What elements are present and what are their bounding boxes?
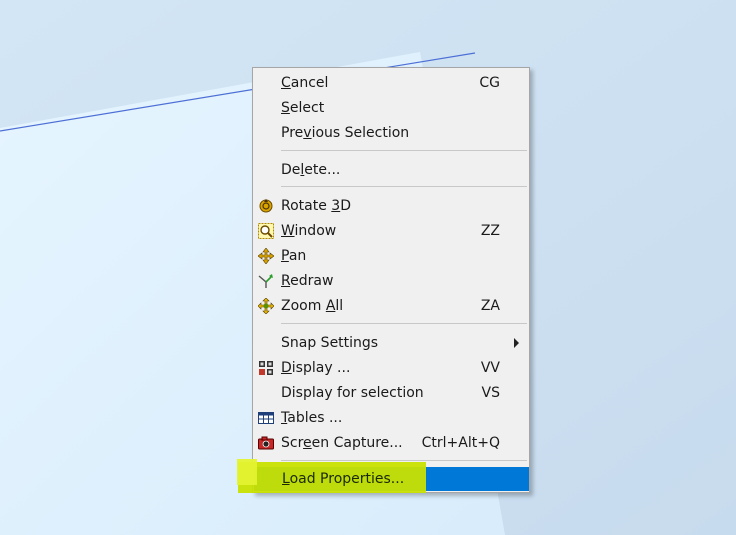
menu-item-load-properties[interactable]: Load Properties... (237, 459, 529, 493)
redraw-icon (258, 274, 273, 288)
zoom-window-icon (258, 223, 274, 239)
menu-separator (281, 323, 527, 324)
menu-separator (281, 460, 527, 461)
shortcut-label: VV (480, 360, 500, 376)
menu-item-screen-capture[interactable]: Screen Capture... Ctrl+Alt+Q (253, 431, 529, 455)
menu-item-display[interactable]: Display ... VV (253, 356, 529, 380)
menu-separator (281, 186, 527, 187)
menu-item-snap-settings[interactable]: Snap Settings (253, 331, 529, 355)
menu-item-redraw[interactable]: Redraw (253, 269, 529, 293)
submenu-arrow-icon (514, 338, 519, 348)
menu-item-rotate-3d[interactable]: Rotate 3D (253, 194, 529, 218)
zoom-all-icon (258, 298, 274, 314)
menu-separator (281, 150, 527, 151)
menu-item-zoom-all[interactable]: Zoom All ZA (253, 294, 529, 318)
shortcut-label: Ctrl+Alt+Q (421, 435, 500, 451)
menu-item-pan[interactable]: Pan (253, 244, 529, 268)
shortcut-label: ZA (480, 298, 500, 314)
menu-item-tables[interactable]: Tables ... (253, 406, 529, 430)
menu-item-select[interactable]: Select (253, 96, 529, 120)
menu-item-delete[interactable]: Delete... (253, 158, 529, 182)
camera-icon (258, 436, 274, 450)
menu-item-cancel[interactable]: Cancel CG (253, 71, 529, 95)
context-menu: Cancel CG Select Previous Selection Dele… (237, 67, 530, 493)
rotate-3d-icon (259, 199, 273, 213)
tables-icon (258, 412, 274, 424)
display-icon (259, 361, 273, 375)
shortcut-label: VS (481, 385, 500, 401)
menu-item-display-for-selection[interactable]: Display for selection VS (253, 381, 529, 405)
menu-item-previous-selection[interactable]: Previous Selection (253, 121, 529, 145)
shortcut-label: CG (479, 75, 500, 91)
menu-item-window[interactable]: Window ZZ (253, 219, 529, 243)
highlighter-mark-tail (237, 459, 257, 485)
shortcut-label: ZZ (480, 223, 500, 239)
pan-icon (258, 248, 274, 264)
